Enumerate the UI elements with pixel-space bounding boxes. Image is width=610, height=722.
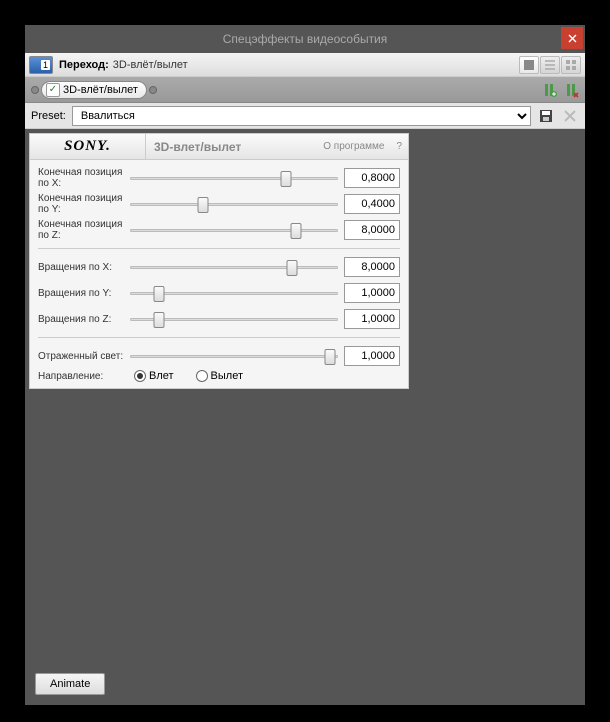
- delete-preset-button[interactable]: [561, 107, 579, 125]
- help-link[interactable]: ?: [390, 141, 408, 152]
- label-pos-y: Конечная позиция по Y:: [38, 193, 130, 215]
- save-preset-button[interactable]: [537, 107, 555, 125]
- plugin-panel: SONY. 3D-влет/вылет О программе ? Конечн…: [29, 133, 409, 389]
- plugin-header: SONY. 3D-влет/вылет О программе ?: [30, 134, 408, 160]
- param-rot-y: Вращения по Y:: [38, 281, 400, 305]
- preset-select[interactable]: Ввалиться: [72, 106, 531, 126]
- label-rot-x: Вращения по X:: [38, 262, 130, 273]
- slider-rot-y[interactable]: [130, 284, 338, 302]
- view-grid-button[interactable]: [561, 56, 581, 74]
- transition-bar: 1 Переход: 3D-влёт/вылет: [25, 53, 585, 77]
- transition-icon[interactable]: 1: [29, 56, 53, 74]
- label-reflect: Отраженный свет:: [38, 351, 130, 362]
- chain-effect-name: 3D-влёт/вылет: [63, 84, 138, 96]
- value-rot-x[interactable]: [344, 257, 400, 277]
- value-pos-x[interactable]: [344, 168, 400, 188]
- param-pos-x: Конечная позиция по X:: [38, 166, 400, 190]
- param-reflect: Отраженный свет:: [38, 344, 400, 368]
- label-rot-z: Вращения по Z:: [38, 314, 130, 325]
- chain-effect-pill[interactable]: ✓ 3D-влёт/вылет: [41, 81, 147, 99]
- remove-effect-button[interactable]: [561, 81, 581, 99]
- close-icon: [568, 34, 577, 43]
- value-pos-z[interactable]: [344, 220, 400, 240]
- divider-1: [38, 248, 400, 249]
- slider-rot-x[interactable]: [130, 258, 338, 276]
- radio-in-dot: [134, 370, 146, 382]
- delete-icon: [564, 110, 576, 122]
- param-rot-x: Вращения по X:: [38, 255, 400, 279]
- divider-2: [38, 337, 400, 338]
- chain-output-node[interactable]: [149, 86, 157, 94]
- titlebar: Спецэффекты видеособытия: [25, 25, 585, 53]
- value-pos-y[interactable]: [344, 194, 400, 214]
- brand-cell: SONY.: [30, 134, 146, 159]
- transition-badge: 1: [41, 60, 50, 70]
- label-rot-y: Вращения по Y:: [38, 288, 130, 299]
- slider-pos-x[interactable]: [130, 169, 338, 187]
- direction-row: Направление: Влет Вылет: [38, 370, 400, 382]
- radio-out-label: Вылет: [211, 370, 243, 382]
- check-icon: ✓: [46, 83, 60, 97]
- label-pos-x: Конечная позиция по X:: [38, 167, 130, 189]
- plugin-name: 3D-влет/вылет: [146, 140, 317, 154]
- value-rot-z[interactable]: [344, 309, 400, 329]
- value-reflect[interactable]: [344, 346, 400, 366]
- brand-logo: SONY.: [64, 138, 111, 155]
- radio-in[interactable]: Влет: [134, 370, 174, 382]
- chain-input-node[interactable]: [31, 86, 39, 94]
- transition-name: 3D-влёт/вылет: [113, 59, 519, 71]
- value-rot-y[interactable]: [344, 283, 400, 303]
- param-pos-y: Конечная позиция по Y:: [38, 192, 400, 216]
- radio-out[interactable]: Вылет: [196, 370, 243, 382]
- slider-pos-y[interactable]: [130, 195, 338, 213]
- view-list-button[interactable]: [540, 56, 560, 74]
- close-button[interactable]: [561, 27, 583, 49]
- save-icon: [539, 109, 553, 123]
- effects-window: Спецэффекты видеособытия 1 Переход: 3D-в…: [25, 25, 585, 705]
- view-buttons: [519, 56, 581, 74]
- preset-bar: Preset: Ввалиться: [25, 103, 585, 129]
- param-pos-z: Конечная позиция по Z:: [38, 218, 400, 242]
- param-body: Конечная позиция по X: Конечная позиция …: [30, 160, 408, 388]
- radio-out-dot: [196, 370, 208, 382]
- add-effect-button[interactable]: [539, 81, 559, 99]
- animate-button[interactable]: Animate: [35, 673, 105, 695]
- effect-chain: ✓ 3D-влёт/вылет: [25, 77, 585, 103]
- slider-rot-z[interactable]: [130, 310, 338, 328]
- label-pos-z: Конечная позиция по Z:: [38, 219, 130, 241]
- radio-in-label: Влет: [149, 370, 174, 382]
- param-rot-z: Вращения по Z:: [38, 307, 400, 331]
- window-title: Спецэффекты видеособытия: [223, 32, 388, 46]
- slider-reflect[interactable]: [130, 347, 338, 365]
- transition-label: Переход:: [59, 59, 109, 71]
- preset-label: Preset:: [31, 110, 66, 122]
- about-link[interactable]: О программе: [317, 141, 390, 152]
- view-large-button[interactable]: [519, 56, 539, 74]
- direction-label: Направление:: [38, 371, 130, 382]
- slider-pos-z[interactable]: [130, 221, 338, 239]
